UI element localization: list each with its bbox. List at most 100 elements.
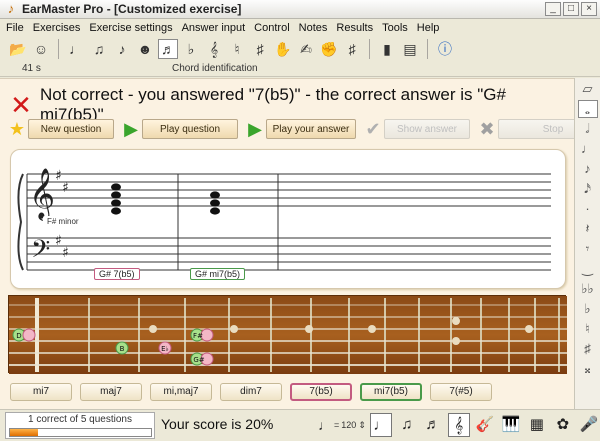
toolbar: 📂 ☺ ♩ ♫ ♪ ☻ ♬ ♭ 𝄞 ♮ ♯ ✋ ✍ ✊ ♯ ▮ ▤ ⓘ 41 s… bbox=[0, 37, 600, 77]
menu-file[interactable]: File bbox=[6, 22, 24, 34]
teacher-face-icon[interactable]: ☺ bbox=[31, 39, 51, 59]
eighth-note-rhythm-icon[interactable]: ♫ bbox=[396, 413, 418, 437]
answer-button-maj7[interactable]: maj7 bbox=[80, 383, 142, 401]
open-folder-icon[interactable]: 📂 bbox=[8, 39, 28, 59]
menu-exercises[interactable]: Exercises bbox=[33, 22, 81, 34]
quarter-note-icon[interactable]: ♩ bbox=[578, 140, 598, 158]
score-progress-fill bbox=[10, 429, 39, 436]
eighth-rest-icon[interactable]: 𝄾 bbox=[578, 240, 598, 258]
note-label-d: D bbox=[16, 332, 21, 340]
brace bbox=[17, 173, 24, 271]
natural-icon[interactable]: ♮ bbox=[578, 320, 598, 338]
minimize-button[interactable]: _ bbox=[545, 2, 561, 16]
note-palette: ▱ 𝅝 𝅗𝅥 ♩ ♪ 𝅘𝅥𝅯 · 𝄽 𝄾 ‿ ♭♭ ♭ ♮ ♯ 𝄪 bbox=[574, 78, 600, 409]
rhythm-icon[interactable]: ♯ bbox=[250, 39, 270, 59]
play-question-button[interactable]: Play question bbox=[142, 119, 238, 139]
fretboard-svg: D B E♭ F# G# bbox=[9, 296, 567, 374]
new-question-button[interactable]: New question bbox=[28, 119, 114, 139]
eighth-note-icon[interactable]: ♪ bbox=[578, 160, 598, 178]
menu-notes[interactable]: Notes bbox=[299, 22, 328, 34]
play-your-answer-button[interactable]: Play your answer bbox=[266, 119, 356, 139]
sixteenth-note-rhythm-icon[interactable]: ♬ bbox=[422, 413, 444, 437]
menu-bar: File Exercises Exercise settings Answer … bbox=[0, 19, 600, 37]
answer-button-dim7[interactable]: dim7 bbox=[220, 383, 282, 401]
rhythm-read-icon[interactable]: ♯ bbox=[342, 39, 362, 59]
treble-staff-lines bbox=[27, 173, 551, 207]
rest-icon[interactable]: 𝄽 bbox=[578, 220, 598, 238]
star-icon: ★ bbox=[8, 118, 26, 139]
wrong-answer-icon: ✕ bbox=[10, 90, 32, 120]
scale-icon[interactable]: ♮ bbox=[227, 39, 247, 59]
tempo-value: 120 bbox=[341, 420, 357, 430]
stop-icon: ✖ bbox=[479, 118, 495, 139]
menu-answer-input[interactable]: Answer input bbox=[182, 22, 246, 34]
solfege-view-icon[interactable]: ✿ bbox=[552, 413, 574, 437]
score-summary: 1 correct of 5 questions bbox=[28, 414, 132, 425]
staff-view-icon[interactable]: 𝄞 bbox=[447, 413, 470, 437]
whole-note-icon[interactable]: 𝅝 bbox=[577, 100, 598, 118]
tie-icon[interactable]: ‿ bbox=[578, 260, 598, 278]
piano-view-icon[interactable]: 🎹 bbox=[500, 413, 522, 437]
answer-button-mi7b5[interactable]: mi7(b5) bbox=[360, 383, 422, 401]
toolbar-separator bbox=[58, 39, 59, 59]
microphone-icon[interactable]: 🎤 bbox=[578, 413, 600, 437]
answer-button-mi-maj7[interactable]: mi,maj7 bbox=[150, 383, 212, 401]
action-bar: ★ New question ▶ Play question ▶ Play yo… bbox=[6, 117, 600, 141]
title-bar: ♪ EarMaster Pro - [Customized exercise] … bbox=[0, 0, 600, 19]
answer-button-7sharp5[interactable]: 7(#5) bbox=[430, 383, 492, 401]
chord-label-answered: G# 7(b5) bbox=[94, 268, 140, 280]
note-label-b: B bbox=[120, 345, 125, 353]
interval-teacher-icon[interactable]: ☻ bbox=[135, 39, 155, 59]
tempo-control[interactable]: ♩ = 120 ⇕ bbox=[318, 417, 366, 433]
close-button[interactable]: × bbox=[581, 2, 597, 16]
menu-control[interactable]: Control bbox=[254, 22, 289, 34]
key-signature: ♯ ♯ ♯ ♯ bbox=[55, 168, 69, 261]
sixteenth-note-icon[interactable]: 𝅘𝅥𝅯 bbox=[578, 180, 598, 198]
results-icon[interactable]: ▤ bbox=[400, 39, 420, 59]
dictation-icon[interactable]: ✍ bbox=[296, 39, 316, 59]
answer-button-7b5[interactable]: 7(b5) bbox=[290, 383, 352, 401]
chord-2-notes bbox=[210, 191, 220, 215]
menu-results[interactable]: Results bbox=[336, 22, 373, 34]
sharp-icon[interactable]: ♯ bbox=[578, 340, 598, 358]
tempo-spin-icon[interactable]: ⇕ bbox=[358, 420, 366, 431]
menu-help[interactable]: Help bbox=[417, 22, 440, 34]
help-icon[interactable]: ⓘ bbox=[435, 39, 455, 59]
chord-progression-icon[interactable]: 𝄞 bbox=[204, 39, 224, 59]
chord-inversion-icon[interactable]: ♭ bbox=[181, 39, 201, 59]
statistics-icon[interactable]: ▮ bbox=[377, 39, 397, 59]
show-answer-button[interactable]: Show answer bbox=[384, 119, 470, 139]
svg-text:♯: ♯ bbox=[62, 245, 69, 261]
maximize-button[interactable]: □ bbox=[563, 2, 579, 16]
play-answer-icon: ▶ bbox=[248, 118, 262, 139]
flat-icon[interactable]: ♭ bbox=[578, 300, 598, 318]
menu-tools[interactable]: Tools bbox=[382, 22, 408, 34]
app-icon: ♪ bbox=[7, 1, 15, 16]
exercise-mode-label: Chord identification bbox=[172, 63, 258, 74]
menu-exercise-settings[interactable]: Exercise settings bbox=[89, 22, 172, 34]
svg-text:♯: ♯ bbox=[62, 180, 69, 196]
nut bbox=[35, 298, 39, 372]
answer-buttons: mi7 maj7 mi,maj7 dim7 7(b5) mi7(b5) 7(#5… bbox=[10, 383, 492, 401]
score-summary-box: 1 correct of 5 questions bbox=[5, 412, 155, 439]
quarter-note-rhythm-icon[interactable]: ♩ bbox=[369, 413, 392, 437]
guitar-view-icon[interactable]: 🎸 bbox=[474, 413, 496, 437]
chord-label-correct: G# mi7(b5) bbox=[190, 268, 246, 280]
answer-button-mi7[interactable]: mi7 bbox=[10, 383, 72, 401]
chord-identification-icon[interactable]: ♬ bbox=[158, 39, 178, 59]
toolbar-separator bbox=[427, 39, 428, 59]
eraser-icon[interactable]: ▱ bbox=[578, 80, 598, 98]
rhythm-tap-icon[interactable]: ✊ bbox=[319, 39, 339, 59]
interval-compare-icon[interactable]: ♫ bbox=[89, 39, 109, 59]
double-sharp-icon[interactable]: 𝄪 bbox=[578, 360, 598, 378]
interval-icon[interactable]: ♩ bbox=[66, 39, 86, 59]
half-note-icon[interactable]: 𝅗𝅥 bbox=[578, 120, 598, 138]
melody-icon[interactable]: ✋ bbox=[273, 39, 293, 59]
svg-text:♯: ♯ bbox=[55, 233, 62, 249]
keyboard-view-icon[interactable]: ▦ bbox=[526, 413, 548, 437]
double-flat-icon[interactable]: ♭♭ bbox=[578, 280, 598, 298]
status-bar: 1 correct of 5 questions Your score is 2… bbox=[0, 409, 600, 441]
note-label-eb: E♭ bbox=[161, 345, 169, 353]
interval-sing-icon[interactable]: ♪ bbox=[112, 39, 132, 59]
dot-icon[interactable]: · bbox=[578, 200, 598, 218]
